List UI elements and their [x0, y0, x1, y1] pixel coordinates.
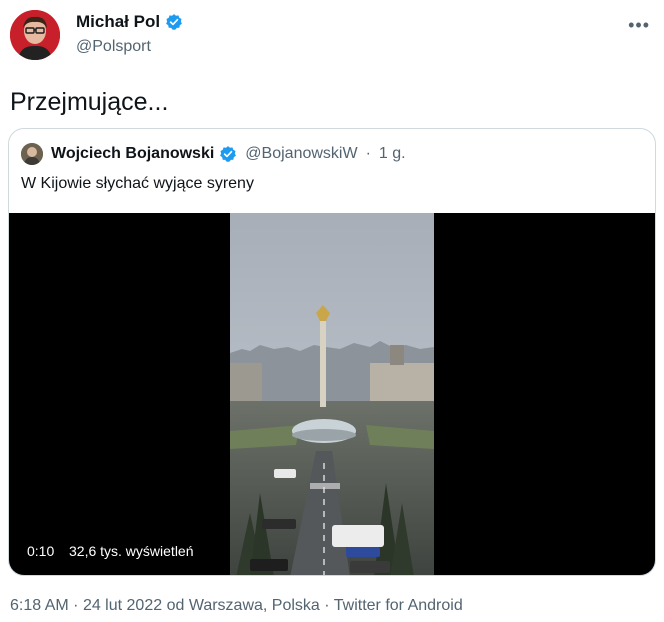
verified-badge-icon [165, 13, 183, 31]
quoted-author-avatar[interactable] [21, 143, 43, 165]
tweet-source-link[interactable]: Twitter for Android [334, 597, 463, 614]
video-player[interactable]: 0:10 32,6 tys. wyświetleń [9, 213, 655, 575]
video-frame [230, 213, 434, 575]
quoted-tweet-age[interactable]: 1 g. [379, 145, 406, 163]
tweet-date-link[interactable]: 24 lut 2022 [83, 597, 162, 614]
meta-separator: · [365, 145, 371, 162]
quoted-author-name[interactable]: Wojciech Bojanowski [51, 145, 214, 163]
verified-badge-icon [219, 145, 237, 163]
author-name-row: Michał Pol [76, 12, 183, 32]
tweet-footer: 6:18 AM · 24 lut 2022 od Warszawa, Polsk… [10, 597, 463, 615]
video-elapsed-time: 0:10 [27, 543, 55, 559]
author-name[interactable]: Michał Pol [76, 12, 160, 32]
quoted-tweet-header: Wojciech Bojanowski @BojanowskiW · 1 g. [21, 143, 406, 165]
footer-separator: · [73, 597, 79, 614]
quoted-tweet-card[interactable]: Wojciech Bojanowski @BojanowskiW · 1 g. … [8, 128, 656, 576]
tweet-time-link[interactable]: 6:18 AM [10, 597, 69, 614]
footer-separator: · [324, 597, 330, 614]
author-block: Michał Pol @Polsport [76, 12, 183, 56]
tweet-text: Przejmujące... [10, 88, 169, 116]
video-view-count: 32,6 tys. wyświetleń [69, 543, 194, 559]
tweet-page: Michał Pol @Polsport ••• Przejmujące... … [0, 0, 664, 622]
tweet-location: od Warszawa, Polska [166, 597, 320, 614]
more-horizontal-icon[interactable]: ••• [628, 16, 650, 34]
author-avatar[interactable] [10, 10, 60, 60]
quoted-tweet-text: W Kijowie słychać wyjące syreny [21, 175, 254, 192]
quoted-author-handle[interactable]: @BojanowskiW [245, 145, 357, 163]
author-handle[interactable]: @Polsport [76, 38, 183, 56]
